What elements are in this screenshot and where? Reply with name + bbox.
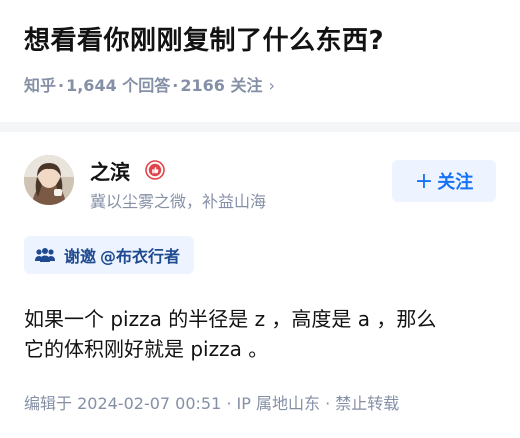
chevron-right-icon: › xyxy=(268,76,275,95)
author-name[interactable]: 之滨 xyxy=(90,156,130,185)
invite-tag[interactable]: 谢邀 @布衣行者 xyxy=(24,236,195,274)
answer-line: 它的体积刚好就是 pizza 。 xyxy=(24,337,269,361)
answer-count: 1,644 个回答 xyxy=(66,76,171,95)
invite-mention-link[interactable]: @布衣行者 xyxy=(100,243,180,267)
question-header: 想看看你刚刚复制了什么东西? 知乎 · 1,644 个回答 · 2166 关注 › xyxy=(0,0,520,122)
invite-prefix: 谢邀 xyxy=(64,247,97,266)
meta-separator: · xyxy=(58,76,65,95)
answer-footer-meta: 编辑于 2024-02-07 00:51 · IP 属地山东 · 禁止转载 xyxy=(24,394,400,413)
avatar-photo xyxy=(24,155,74,205)
follower-count: 2166 关注 xyxy=(180,76,263,95)
follow-button-label: 关注 xyxy=(437,172,474,193)
plus-icon: + xyxy=(414,168,434,194)
source-label: 知乎 xyxy=(24,76,57,95)
avatar[interactable] xyxy=(24,155,74,205)
author-bio: 冀以尘雾之微，补益山海 xyxy=(90,192,267,211)
answer-line: 如果一个 pizza 的半径是 z ，高度是 a ，那么 xyxy=(24,307,437,331)
group-icon xyxy=(35,248,55,262)
answer-body: 如果一个 pizza 的半径是 z ，高度是 a ，那么 它的体积刚好就是 pi… xyxy=(24,304,496,364)
question-title[interactable]: 想看看你刚刚复制了什么东西? xyxy=(24,20,384,57)
section-divider xyxy=(0,122,520,132)
thumb-badge-icon xyxy=(145,160,165,180)
follow-button[interactable]: + 关注 xyxy=(392,160,496,202)
question-meta[interactable]: 知乎 · 1,644 个回答 · 2166 关注 › xyxy=(24,72,275,96)
answer-card: 之滨 冀以尘雾之微，补益山海 + 关注 谢邀 @布衣行者 如果一个 pizza … xyxy=(0,132,520,438)
meta-separator: · xyxy=(172,76,179,95)
